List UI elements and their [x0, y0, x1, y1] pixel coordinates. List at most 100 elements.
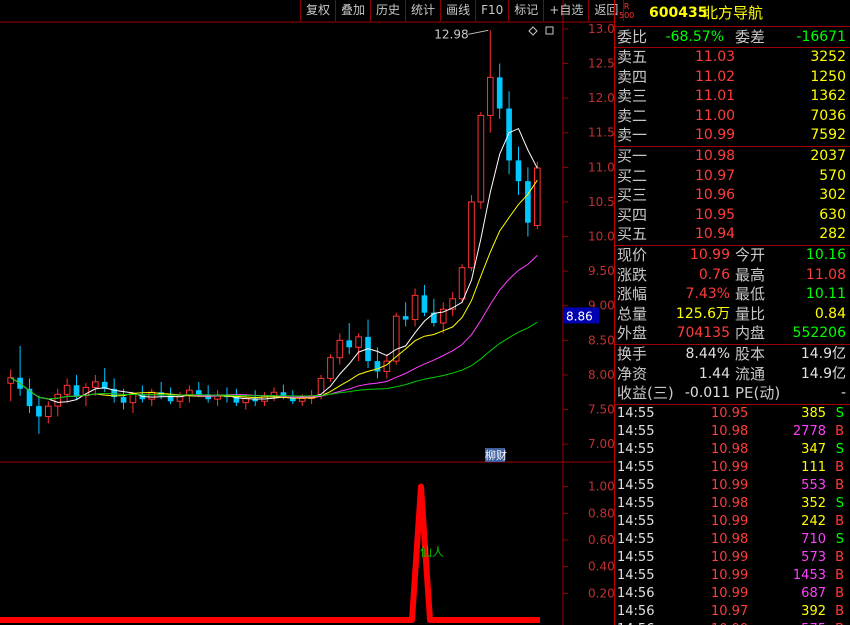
tick-volume: 553	[801, 477, 826, 493]
buy-price: 10.98	[695, 147, 736, 164]
tick-volume: 392	[801, 603, 826, 619]
tick-side: B	[835, 549, 844, 565]
tick-price: 10.99	[711, 477, 749, 493]
toolbar-button-2[interactable]: 历史	[371, 0, 407, 21]
fund-value: 14.9亿	[800, 345, 846, 362]
candle-body	[63, 384, 71, 395]
candle-body	[374, 361, 381, 372]
quote-row: 总量 125.6万 量比 0.84	[615, 305, 850, 325]
ind-y-tick-label: 0.40	[588, 560, 614, 574]
toolbar-button-5[interactable]: F10	[476, 0, 510, 21]
candle-body	[44, 405, 52, 417]
buy-row: 买五 10.94 282	[615, 225, 850, 245]
toolbar-button-0[interactable]: 复权	[301, 0, 337, 21]
toolbar-button-3[interactable]: 统计	[406, 0, 442, 21]
candle-body	[120, 397, 127, 403]
buy-label: 买四	[617, 205, 648, 224]
sell-label: 卖四	[617, 67, 648, 86]
buy-label: 买五	[617, 225, 648, 244]
y-tick-label: 12.50	[588, 57, 614, 71]
indicator-line	[0, 483, 540, 623]
tick-volume: 575	[801, 621, 826, 625]
tick-price: 10.98	[711, 423, 749, 439]
sell-label: 卖五	[617, 48, 648, 66]
sell-row: 卖五 11.03 3252	[615, 48, 850, 68]
tick-price: 10.98	[711, 441, 749, 457]
ma-line-ma10	[10, 179, 538, 400]
toolbar-button-4[interactable]: 画线	[441, 0, 477, 21]
y-tick-label: 10.00	[588, 230, 614, 244]
candle-body	[336, 339, 344, 359]
candle-body	[402, 316, 409, 320]
high-annotation-arrow	[468, 29, 489, 35]
fund-label: 收益(三)	[617, 384, 674, 403]
high-annotation-label: 12.98	[434, 27, 468, 41]
tick-volume: 2778	[792, 423, 826, 439]
tick-list[interactable]: 14:55 10.95 385 S 14:55 10.98 2778 B 14:55 10.98 3…	[615, 405, 850, 625]
tick-row: 14:56 10.99 687 B	[615, 585, 850, 603]
chart-toolbar: 复权 叠加 历史 统计 画线 F10 标记 +自选 返回	[300, 0, 625, 21]
tick-volume: 352	[801, 495, 826, 511]
fund-value: -0.011	[684, 385, 730, 402]
tick-volume: 111	[801, 459, 826, 475]
sell-volume: 7592	[810, 127, 846, 144]
quote-fundamentals: 换手 8.44% 股本 14.9亿 净资 1.44 流通 14.9亿 收益(三) -0.011 PE…	[615, 345, 850, 405]
fund-label: PE(动)	[735, 384, 781, 403]
y-tick-label: 8.00	[588, 368, 614, 382]
sell-row: 卖二 11.00 7036	[615, 107, 850, 127]
quote-label: 量比	[735, 304, 766, 323]
tick-volume: 347	[801, 441, 826, 457]
tick-row: 14:55 10.99 553 B	[615, 477, 850, 495]
ind-y-tick-label: 0.80	[588, 506, 614, 520]
tick-side: B	[835, 513, 844, 529]
toolbar-button-7[interactable]: +自选	[544, 0, 590, 21]
tick-time: 14:55	[617, 459, 655, 475]
quote-row: 外盘 704135 内盘 552206	[615, 324, 850, 344]
y-tick-label: 9.50	[588, 264, 614, 278]
fund-value: -	[840, 385, 846, 402]
toolbar-button-6[interactable]: 标记	[509, 0, 545, 21]
ind-y-tick-label: 1.00	[588, 480, 614, 494]
diamond-icon	[528, 26, 538, 36]
tick-price: 10.99	[711, 513, 749, 529]
quote-label: 涨跌	[617, 265, 648, 284]
sell-volume: 1362	[810, 88, 846, 105]
tick-time: 14:55	[617, 441, 655, 457]
tick-side: B	[835, 603, 844, 619]
quote-label: 内盘	[735, 324, 766, 343]
ind-y-tick-label: 0.20	[588, 586, 614, 600]
buy-price: 10.94	[695, 226, 736, 243]
tick-price: 10.99	[711, 585, 749, 601]
weicha-label: 委差	[735, 28, 766, 46]
weicha-value: -16671	[796, 29, 846, 45]
stock-title-row: R 500 600435 北方导航	[615, 0, 850, 27]
tick-time: 14:56	[617, 621, 654, 625]
fund-label: 股本	[735, 344, 766, 363]
candle-body	[458, 267, 466, 300]
tick-time: 14:55	[617, 549, 655, 565]
buy-volume: 630	[819, 206, 846, 223]
sell-row: 卖四 11.02 1250	[615, 68, 850, 88]
tick-row: 14:56 10.97 392 B	[615, 603, 850, 621]
tick-time: 14:55	[617, 423, 655, 439]
quote-label: 涨幅	[617, 285, 648, 304]
candle-body	[421, 295, 428, 313]
y-tick-label: 13.00	[588, 22, 614, 36]
tick-row: 14:55 10.99 573 B	[615, 549, 850, 567]
tick-time: 14:56	[617, 603, 655, 619]
buy-orders: 买一 10.98 2037 买二 10.97 570 买三 10.96 302 买四 10.95 63…	[615, 147, 850, 246]
ma-line-ma20	[10, 255, 538, 400]
sell-volume: 1250	[810, 68, 846, 85]
fund-row: 换手 8.44% 股本 14.9亿	[615, 345, 850, 365]
tick-time: 14:55	[617, 495, 655, 511]
chart-area[interactable]: 13.0012.5012.0011.5011.0010.5010.009.509…	[0, 0, 625, 625]
toolbar-button-1[interactable]: 叠加	[336, 0, 372, 21]
y-tick-label: 7.50	[588, 403, 614, 417]
y-tick-label: 11.50	[588, 126, 614, 140]
fund-value: 1.44	[698, 365, 730, 382]
fund-label: 换手	[617, 344, 648, 363]
kline-chart-svg[interactable]: 13.0012.5012.0011.5011.0010.5010.009.509…	[0, 0, 614, 625]
buy-volume: 302	[819, 187, 846, 204]
candle-body	[431, 312, 437, 324]
quote-row: 涨幅 7.43% 最低 10.11	[615, 285, 850, 305]
